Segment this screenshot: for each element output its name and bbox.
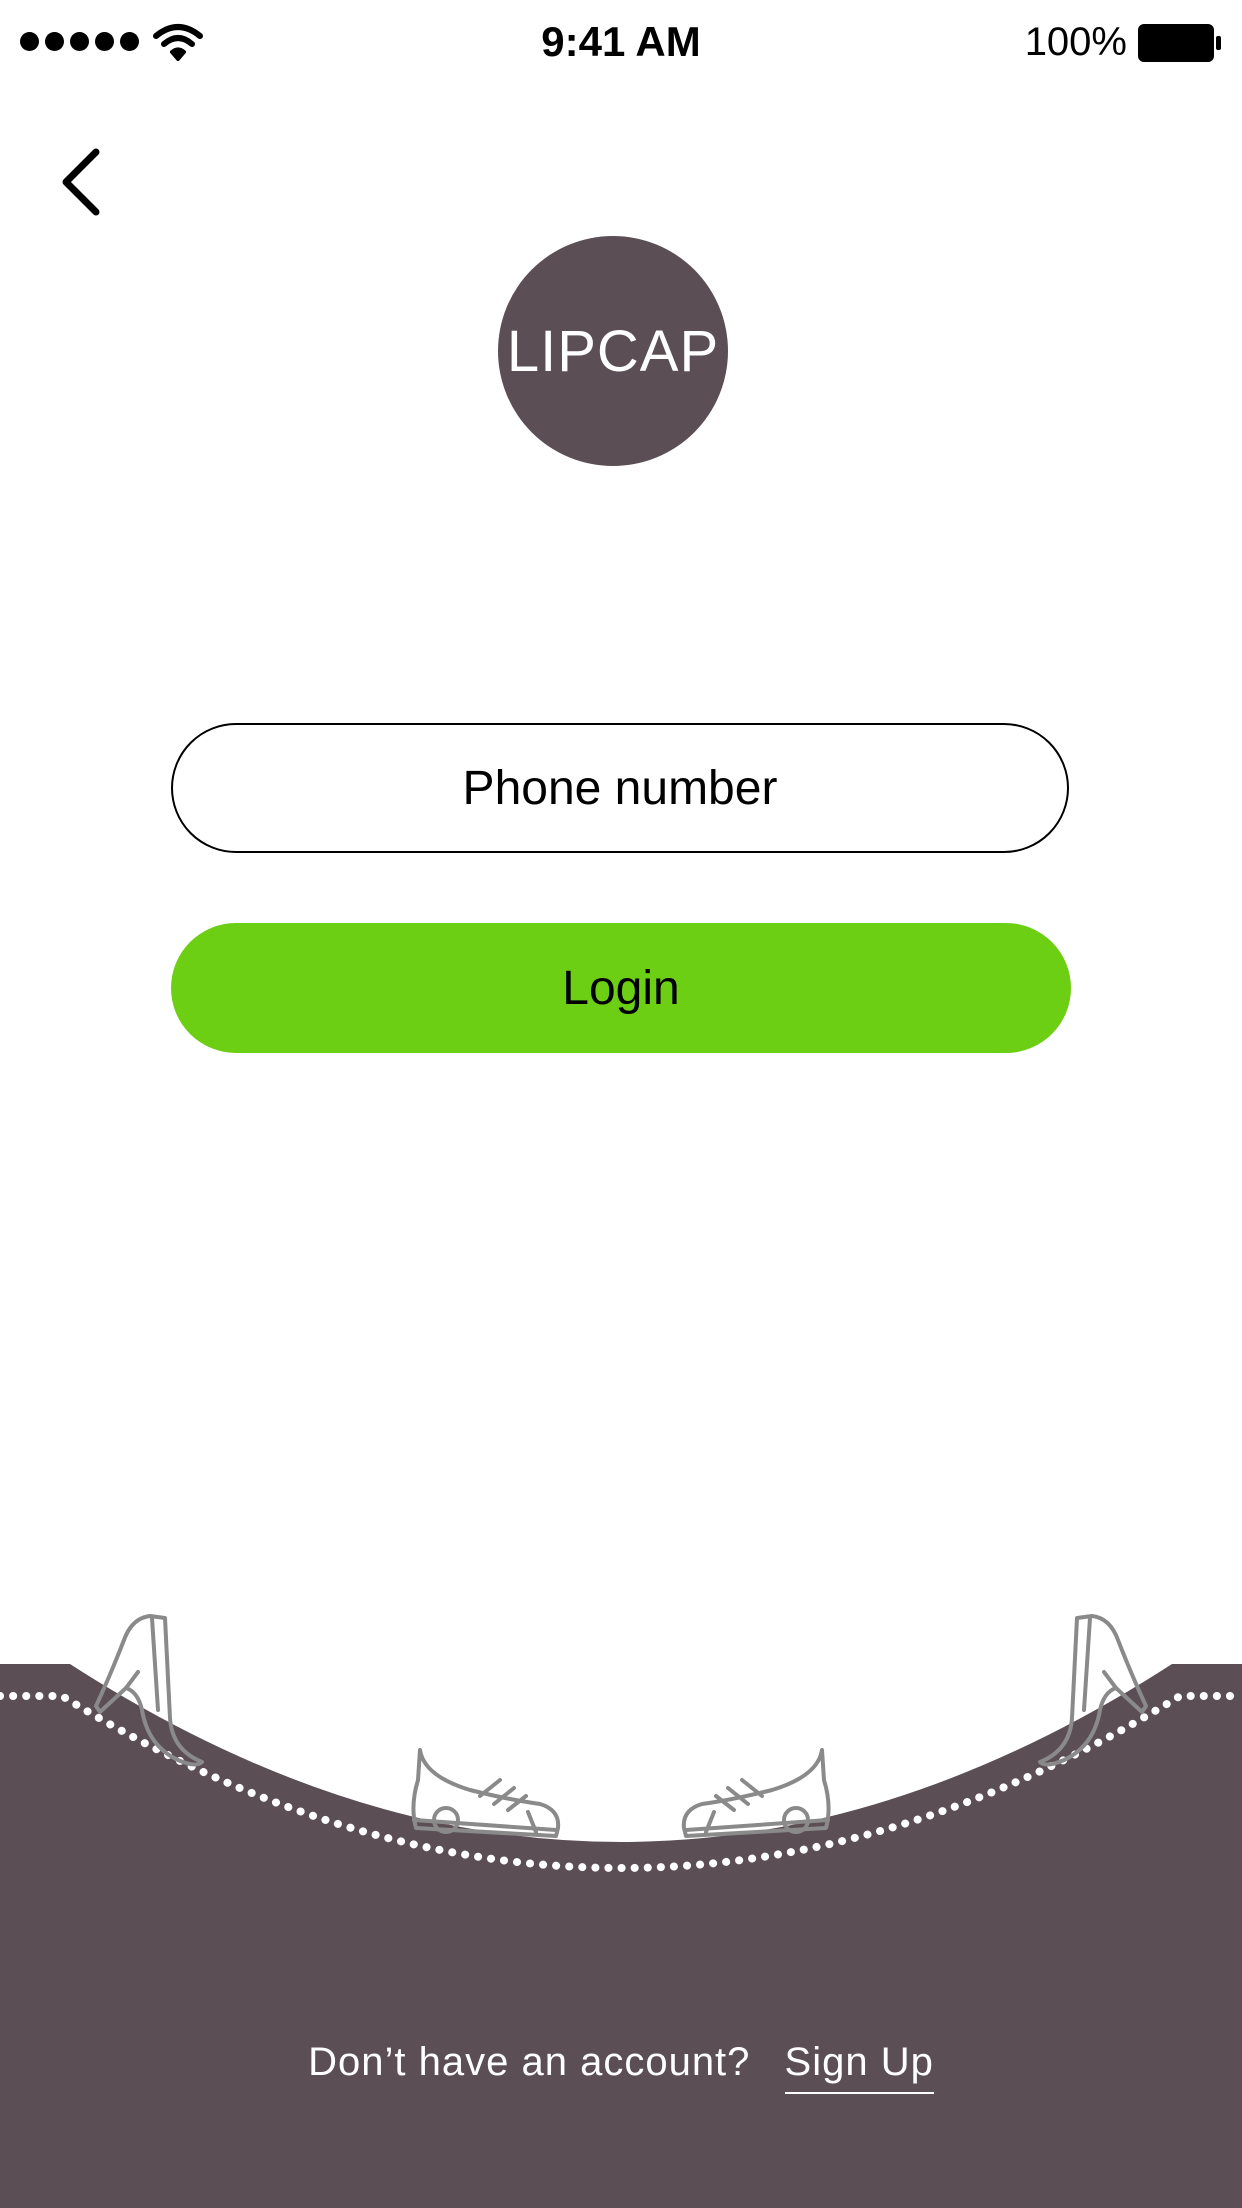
footer-decoration — [0, 1614, 1242, 2208]
signup-row: Don’t have an account? Sign Up — [0, 2040, 1242, 2094]
logo: LIPCAP — [498, 236, 728, 466]
login-button[interactable]: Login — [171, 923, 1071, 1053]
battery-percent: 100% — [1024, 20, 1127, 64]
back-button[interactable] — [48, 140, 118, 220]
signup-link[interactable]: Sign Up — [784, 2040, 934, 2094]
battery-icon — [1138, 24, 1221, 62]
logo-text: LIPCAP — [506, 318, 720, 384]
phone-number-input[interactable] — [171, 723, 1069, 853]
sneaker-icon — [411, 1748, 561, 1838]
sneaker-icon — [681, 1748, 831, 1838]
signup-prompt: Don’t have an account? — [308, 2040, 751, 2084]
chevron-left-icon — [62, 148, 100, 216]
status-bar: 9:41 AM 100% — [0, 0, 1242, 88]
